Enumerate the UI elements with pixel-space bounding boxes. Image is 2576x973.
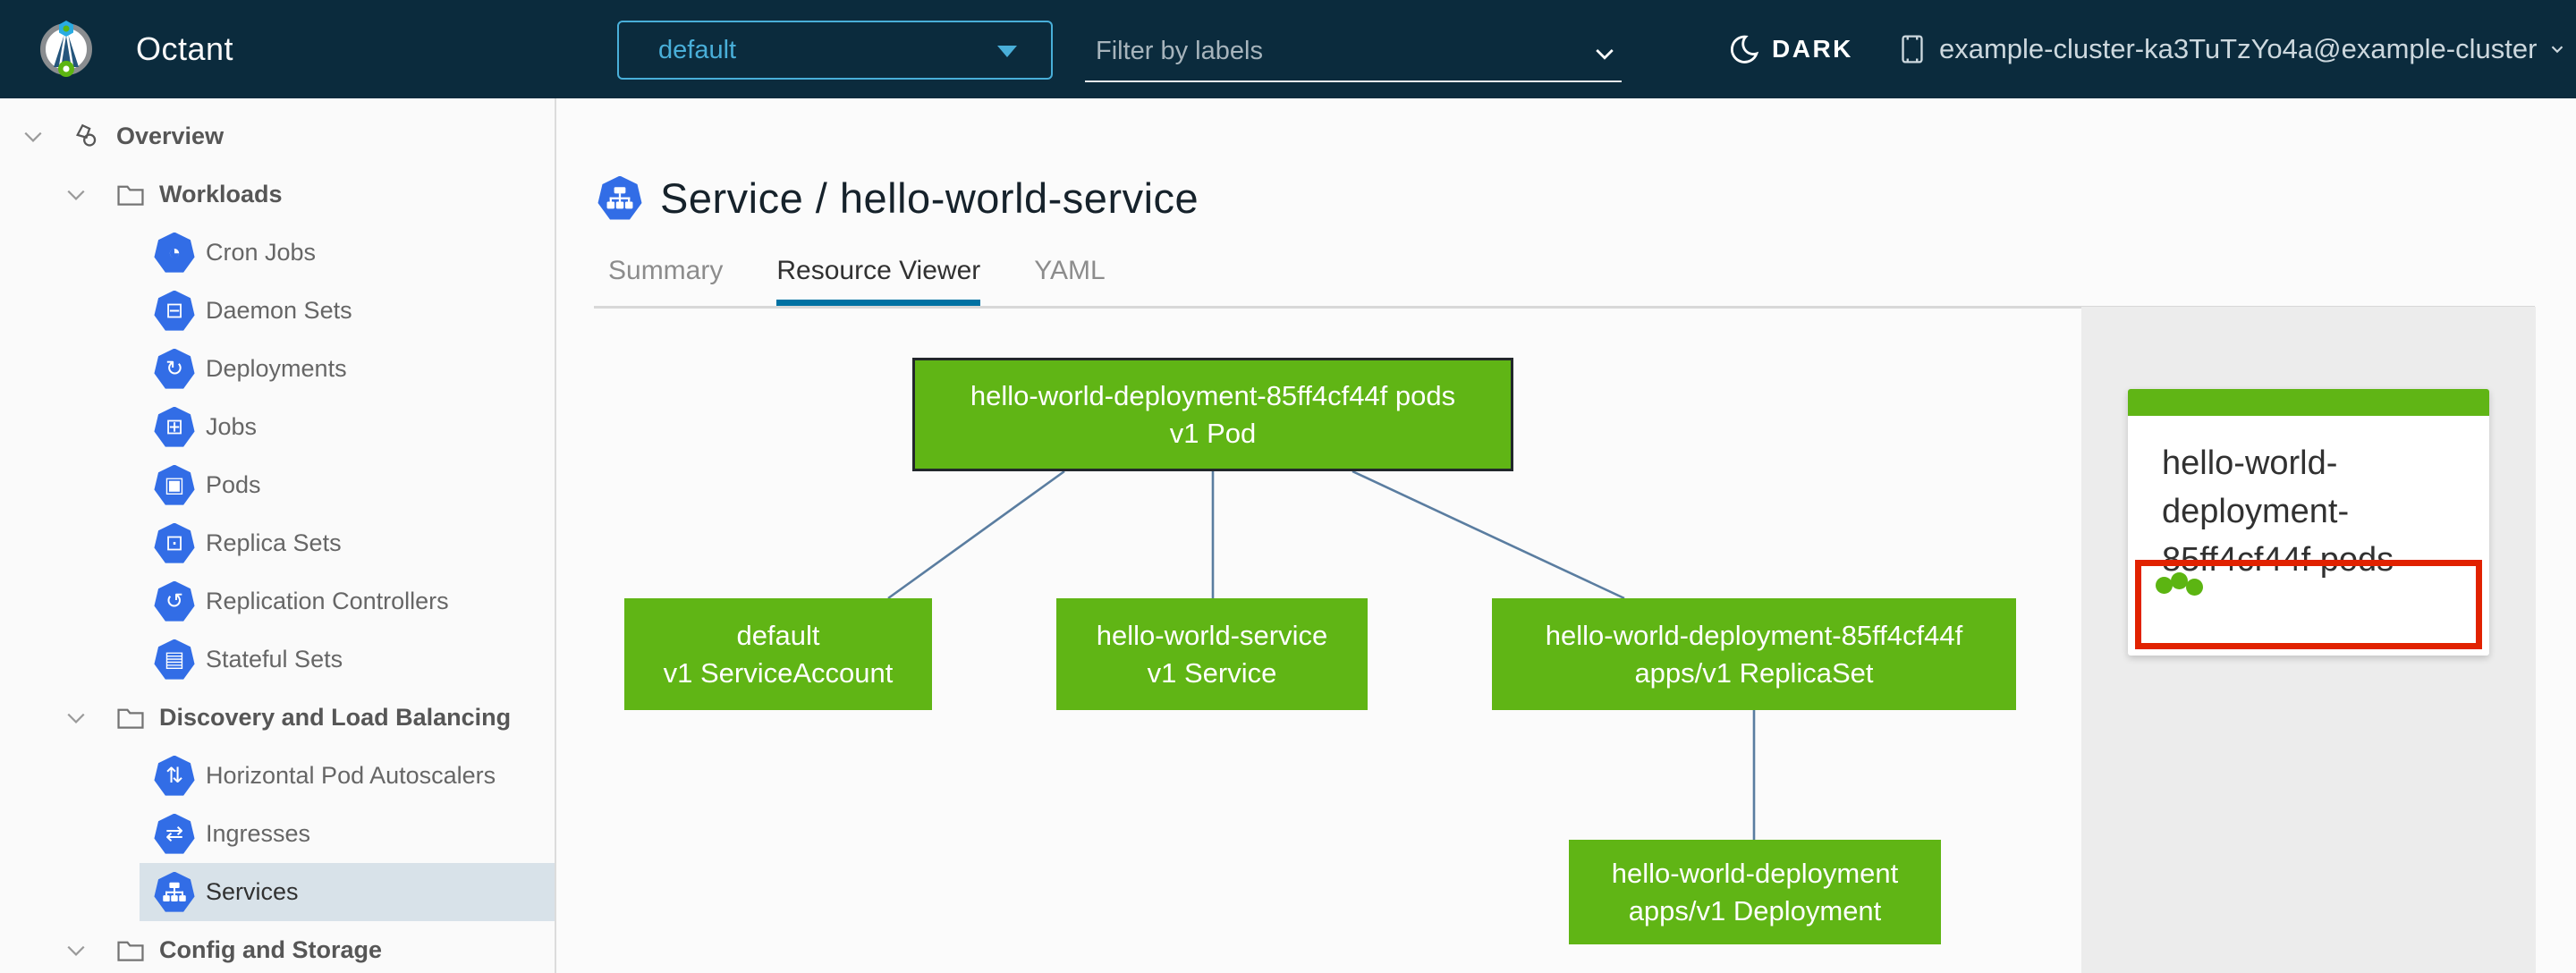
graph-node-deployment[interactable]: hello-world-deployment apps/v1 Deployment — [1569, 840, 1941, 944]
pod-status-box — [2135, 560, 2482, 649]
sidebar-nav: Overview Workloads ◔ Cron Jobs ⊟ Daemon Sets ↻… — [0, 98, 556, 973]
octant-logo-icon — [36, 19, 97, 80]
horizontal-pod-autoscalers-icon: ⇅ — [154, 755, 195, 796]
graph-node-replica-set[interactable]: hello-world-deployment-85ff4cf44f apps/v1… — [1492, 598, 2016, 710]
sidebar-item-stateful-sets[interactable]: ▤ Stateful Sets — [140, 630, 555, 689]
folder-icon — [114, 703, 147, 733]
node-name: hello-world-service — [1096, 619, 1328, 651]
page-title: Service / hello-world-service — [660, 174, 1199, 222]
octant-app: Octant default Filter by labels DARK exa… — [0, 0, 2576, 973]
node-kind: v1 Service — [1147, 656, 1277, 689]
sidebar-item-label: Deployments — [206, 355, 347, 382]
sidebar-item-label: Pods — [206, 471, 261, 498]
tab-bar: Summary Resource Viewer YAML — [594, 241, 2535, 309]
selected-resource-card[interactable]: hello-world-deployment-85ff4cf44f pods — [2128, 389, 2489, 656]
sidebar-item-label: Replication Controllers — [206, 588, 449, 614]
deployments-icon: ↻ — [154, 348, 195, 389]
dark-theme-toggle[interactable]: DARK — [1729, 0, 1853, 98]
sidebar-item-label: Horizontal Pod Autoscalers — [206, 762, 496, 789]
sidebar-item-discovery-and-load-balancing[interactable]: Discovery and Load Balancing — [0, 689, 555, 747]
node-kind: v1 ServiceAccount — [663, 656, 894, 689]
page-title-row: Service / hello-world-service — [597, 173, 1199, 223]
sidebar-item-deployments[interactable]: ↻ Deployments — [140, 340, 555, 398]
replica-sets-icon: ⊡ — [154, 522, 195, 563]
sidebar-item-label: Replica Sets — [206, 529, 342, 556]
node-kind: v1 Pod — [1169, 417, 1257, 449]
namespace-dropdown[interactable]: default — [617, 21, 1053, 80]
sidebar-item-jobs[interactable]: ⊞ Jobs — [140, 398, 555, 456]
sidebar-item-cron-jobs[interactable]: ◔ Cron Jobs — [140, 224, 555, 282]
graph-node-service-account[interactable]: default v1 ServiceAccount — [624, 598, 932, 710]
card-status-strip — [2128, 389, 2489, 416]
moon-icon — [1729, 34, 1759, 64]
dark-theme-label: DARK — [1772, 35, 1853, 63]
graph-node-service[interactable]: hello-world-service v1 Service — [1056, 598, 1368, 710]
cluster-context-label: example-cluster-ka3TuTzYo4a@example-clus… — [1939, 33, 2538, 64]
sidebar-item-config-and-storage[interactable]: Config and Storage — [0, 921, 555, 973]
sidebar-item-label: Cron Jobs — [206, 239, 317, 266]
sidebar-item-label: Workloads — [159, 181, 283, 207]
folder-icon — [114, 935, 147, 966]
chevron-down-icon — [2547, 39, 2567, 59]
sidebar-item-ingresses[interactable]: ⇄ Ingresses — [140, 805, 555, 863]
sidebar-item-label: Overview — [116, 123, 225, 149]
detail-panel: hello-world-deployment-85ff4cf44f pods — [2081, 307, 2536, 973]
tab-summary[interactable]: Summary — [608, 241, 723, 306]
sidebar-item-horizontal-pod-autoscalers[interactable]: ⇅ Horizontal Pod Autoscalers — [140, 747, 555, 805]
tab-yaml[interactable]: YAML — [1034, 241, 1105, 306]
pods-icon: ▣ — [154, 464, 195, 505]
chevron-down-icon[interactable] — [63, 937, 89, 964]
caret-down-icon — [997, 46, 1017, 57]
node-name: hello-world-deployment — [1611, 857, 1899, 889]
sidebar-item-label: Stateful Sets — [206, 646, 343, 673]
sidebar-item-workloads[interactable]: Workloads — [0, 165, 555, 224]
tab-resource-viewer[interactable]: Resource Viewer — [776, 241, 981, 306]
chevron-down-icon — [1596, 49, 1614, 60]
services-icon — [154, 871, 195, 912]
sidebar-item-label: Discovery and Load Balancing — [159, 704, 512, 731]
sidebar-item-pods[interactable]: ▣ Pods — [140, 456, 555, 514]
sidebar-item-label: Jobs — [206, 413, 258, 440]
service-icon — [597, 175, 642, 220]
sidebar-item-services[interactable]: Services — [140, 863, 555, 921]
node-name: hello-world-deployment-85ff4cf44f pods — [970, 379, 1456, 411]
app-header: Octant default Filter by labels DARK exa… — [0, 0, 2576, 98]
main-content: Service / hello-world-service Summary Res… — [556, 98, 2576, 973]
folder-icon — [114, 180, 147, 210]
sidebar-item-label: Ingresses — [206, 820, 311, 847]
app-title: Octant — [136, 30, 234, 67]
node-kind: apps/v1 Deployment — [1628, 894, 1882, 926]
label-filter-placeholder: Filter by labels — [1096, 37, 1263, 65]
node-name: hello-world-deployment-85ff4cf44f — [1545, 619, 1963, 651]
namespace-dropdown-value: default — [658, 36, 737, 64]
sidebar-item-overview[interactable]: Overview — [0, 107, 555, 165]
overview-icon — [72, 122, 104, 152]
label-filter-input[interactable]: Filter by labels — [1085, 25, 1622, 82]
cluster-context-selector[interactable]: example-cluster-ka3TuTzYo4a@example-clus… — [1898, 0, 2567, 98]
pod-ok-status-dot — [2186, 579, 2203, 596]
sidebar-item-daemon-sets[interactable]: ⊟ Daemon Sets — [140, 282, 555, 340]
chevron-down-icon[interactable] — [20, 123, 47, 150]
sidebar-item-replica-sets[interactable]: ⊡ Replica Sets — [140, 514, 555, 572]
sidebar-item-label: Config and Storage — [159, 936, 382, 963]
chevron-down-icon[interactable] — [63, 182, 89, 208]
stateful-sets-icon: ▤ — [154, 639, 195, 680]
node-name: default — [736, 619, 820, 651]
node-kind: apps/v1 ReplicaSet — [1634, 656, 1874, 689]
replication-controllers-icon: ↺ — [154, 580, 195, 622]
sidebar-item-replication-controllers[interactable]: ↺ Replication Controllers — [140, 572, 555, 630]
jobs-icon: ⊞ — [154, 406, 195, 447]
sidebar-item-label: Daemon Sets — [206, 297, 352, 324]
graph-node-pod[interactable]: hello-world-deployment-85ff4cf44f pods v1… — [912, 358, 1513, 471]
chevron-down-icon[interactable] — [63, 705, 89, 732]
daemon-sets-icon: ⊟ — [154, 290, 195, 331]
cron-jobs-icon: ◔ — [154, 232, 195, 273]
cluster-icon — [1898, 34, 1927, 64]
sidebar-item-label: Services — [206, 878, 299, 905]
ingresses-icon: ⇄ — [154, 813, 195, 854]
